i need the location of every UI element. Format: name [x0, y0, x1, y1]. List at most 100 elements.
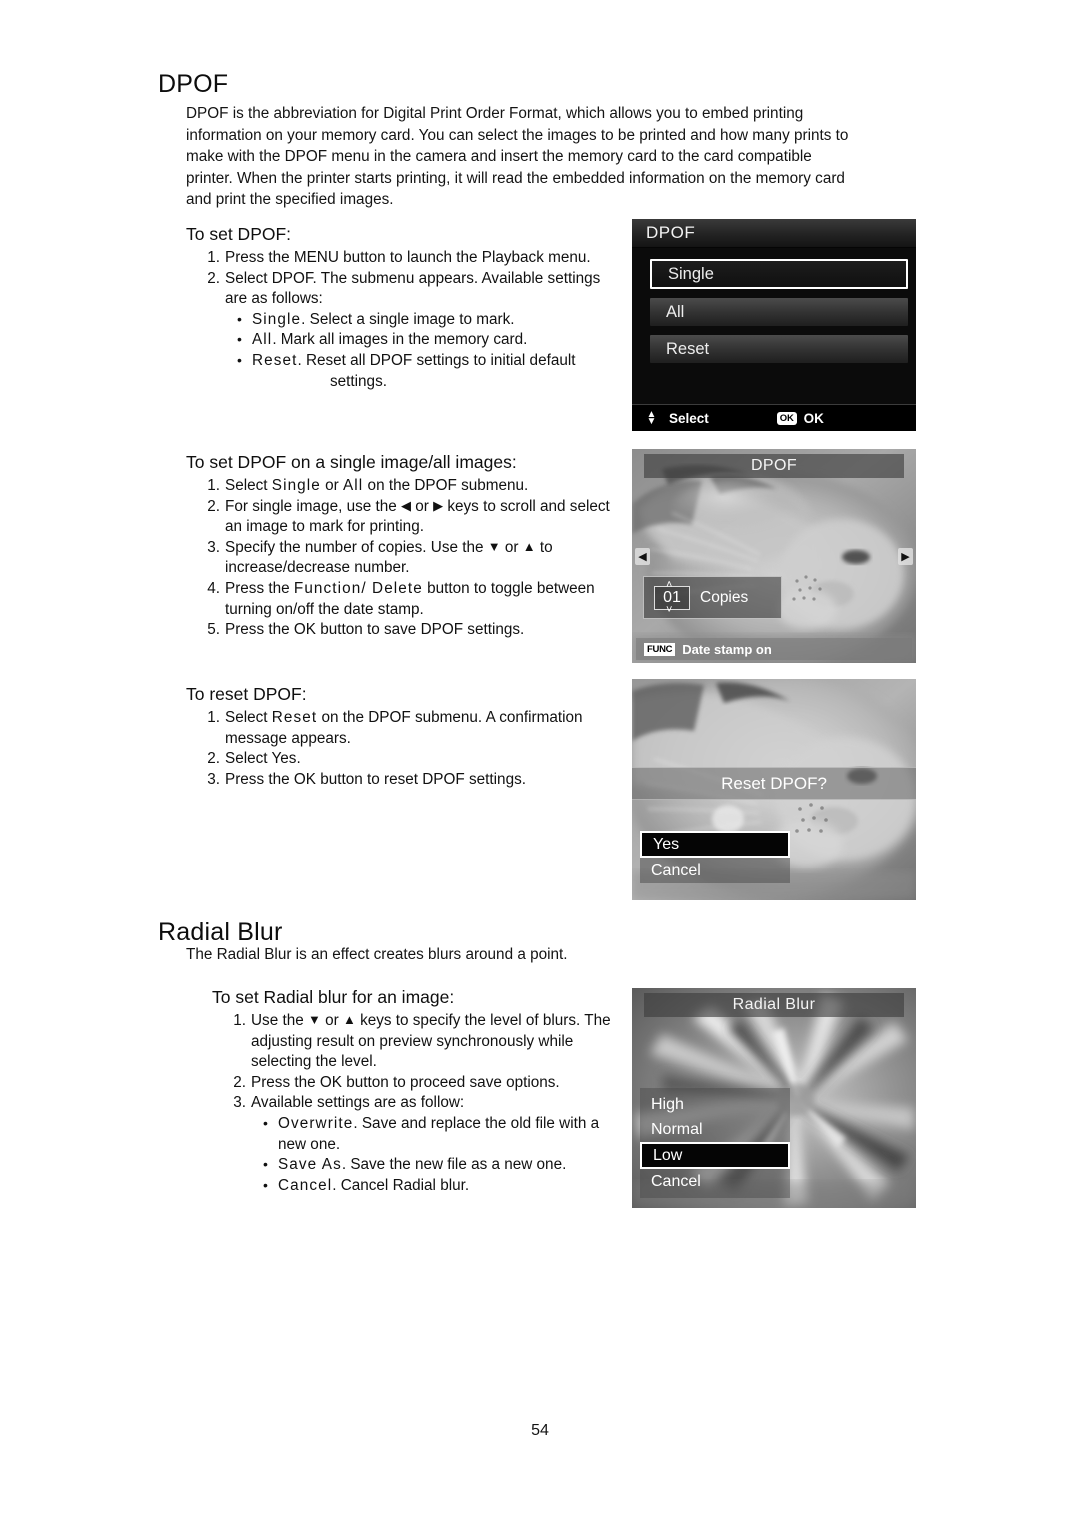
step-number: 2.: [207, 269, 220, 287]
copies-label: Copies: [700, 588, 749, 606]
step-text-b: or: [500, 538, 523, 556]
level-label: Low: [653, 1146, 683, 1164]
step-text-a: For single image, use the: [225, 497, 402, 515]
term-desc-cont: settings.: [330, 372, 387, 390]
ok-button-icon: OK: [776, 411, 797, 425]
prev-image-arrow-icon[interactable]: ◀: [635, 548, 650, 565]
term-reset: Reset: [271, 709, 318, 726]
down-arrow-icon: ▼: [307, 1012, 321, 1027]
list-item: Cancel. Cancel Radial blur.: [260, 1175, 624, 1197]
step-text: Select Yes.: [225, 750, 301, 768]
choice-label: Yes: [653, 835, 680, 853]
list-item: Reset. Reset all DPOF settings to initia…: [234, 350, 618, 392]
left-arrow-icon: ◀: [401, 497, 412, 513]
term-reset: Reset: [252, 351, 298, 369]
page-number: 54: [531, 1422, 549, 1439]
overlay-title-dpof: DPOF: [644, 454, 904, 478]
lcd-screen: DPOF Single All Reset ▲ ▼ Select OK OK: [632, 219, 916, 431]
date-stamp-label: Date stamp on: [682, 641, 772, 657]
screenshot-radial-blur: Radial Blur High Normal Low Cancel: [632, 988, 916, 1208]
dpof-intro-paragraph: DPOF is the abbreviation for Digital Pri…: [186, 105, 849, 208]
term-function-delete: Function/ Delete: [293, 579, 423, 597]
down-arrow-icon: ▼: [487, 538, 501, 554]
level-cancel[interactable]: Cancel: [640, 1169, 790, 1194]
term-desc: . Cancel Radial blur.: [332, 1176, 470, 1194]
func-button-icon: FUNC: [644, 642, 676, 656]
step-item: 1. Select Reset on the DPOF submenu. A c…: [198, 708, 618, 749]
step-item: 2. Press the OK button to proceed save o…: [224, 1073, 624, 1094]
step-number: 2.: [207, 750, 220, 768]
heading-to-set-dpof-single-all: To set DPOF on a single image/all images…: [186, 452, 517, 472]
dpof-settings-bullets: Single. Select a single image to mark. A…: [198, 309, 618, 392]
list-item: Save As. Save the new file as a new one.: [260, 1154, 624, 1176]
step-number: 1.: [207, 477, 220, 494]
chevron-down-icon[interactable]: ˅: [666, 605, 672, 616]
step-text: Press the OK button to save DPOF setting…: [225, 621, 525, 639]
confirm-message: Reset DPOF?: [632, 767, 916, 800]
step-text: Select DPOF. The submenu appears. Availa…: [225, 269, 601, 308]
heading-to-set-dpof: To set DPOF:: [186, 224, 292, 244]
term-overwrite: Overwrite: [278, 1114, 354, 1132]
dpof-menu-list: Single All Reset: [650, 259, 908, 372]
step-text: Press the OK button to proceed save opti…: [251, 1073, 560, 1091]
page-title-radial-blur: Radial Blur: [158, 918, 283, 946]
step-item: 1. Press the MENU button to launch the P…: [198, 248, 618, 269]
step-text-a: Use the: [251, 1012, 308, 1029]
right-arrow-icon: ▶: [433, 497, 444, 513]
step-text-b: or: [320, 1012, 343, 1029]
steps-to-set-dpof: 1. Press the MENU button to launch the P…: [198, 248, 618, 392]
manual-page: DPOF DPOF is the abbreviation for Digita…: [0, 0, 1080, 1527]
step-item: 3. Specify the number of copies. Use the…: [198, 538, 626, 579]
menu-item-single[interactable]: Single: [650, 259, 908, 289]
camera-preview-photo-cat: [632, 449, 916, 663]
step-text: Press the MENU button to launch the Play…: [225, 249, 591, 266]
next-image-arrow-icon[interactable]: ▶: [898, 548, 913, 565]
lcd-title: DPOF: [632, 219, 916, 248]
step-number: 1.: [233, 1012, 246, 1029]
list-item: All. Mark all images in the memory card.: [234, 329, 618, 351]
up-arrow-icon: ▲: [522, 538, 536, 554]
step-number: 5.: [207, 621, 220, 639]
steps-to-set-dpof-single-all: 1. Select Single or All on the DPOF subm…: [198, 476, 626, 641]
step-item: 2. Select DPOF. The submenu appears. Ava…: [198, 269, 618, 310]
step-number: 2.: [207, 497, 220, 515]
step-text-a: Select: [225, 477, 272, 494]
menu-item-all[interactable]: All: [650, 298, 908, 326]
step-item: 3. Press the OK button to reset DPOF set…: [198, 770, 618, 791]
menu-item-label: All: [666, 302, 685, 321]
step-number: 4.: [207, 579, 220, 597]
step-number: 1.: [207, 709, 220, 726]
level-label: Normal: [651, 1120, 703, 1138]
step-item: 3. Available settings are as follow:: [224, 1093, 624, 1114]
copies-stepper[interactable]: ˄ 01 Copies ˅: [643, 576, 782, 619]
level-normal[interactable]: Normal: [640, 1117, 790, 1142]
list-item: Single. Select a single image to mark.: [234, 309, 618, 331]
step-item: 4. Press the Function/ Delete button to …: [198, 579, 626, 620]
confirm-yes-button[interactable]: Yes: [640, 831, 790, 858]
heading-to-reset-dpof: To reset DPOF:: [186, 684, 307, 704]
menu-item-label: Single: [668, 264, 714, 283]
term-desc: . Reset all DPOF settings to initial def…: [297, 351, 576, 369]
level-low[interactable]: Low: [640, 1142, 790, 1169]
page-title-dpof: DPOF: [158, 70, 229, 98]
radial-blur-level-list: High Normal Low Cancel: [640, 1088, 790, 1198]
term-desc: . Mark all images in the memory card.: [272, 331, 528, 349]
heading-to-set-radial-blur: To set Radial blur for an image:: [212, 987, 455, 1007]
term-desc: . Select a single image to mark.: [301, 310, 515, 328]
step-item: 1. Select Single or All on the DPOF subm…: [198, 476, 626, 497]
chevron-up-icon[interactable]: ˄: [666, 580, 672, 591]
term-all: All: [252, 331, 273, 349]
menu-item-label: Reset: [666, 339, 710, 358]
level-high[interactable]: High: [640, 1092, 790, 1117]
confirm-cancel-button[interactable]: Cancel: [640, 858, 790, 883]
menu-item-reset[interactable]: Reset: [650, 335, 908, 363]
step-text-b: or: [320, 477, 343, 494]
status-ok-label: OK: [803, 410, 824, 426]
step-number: 1.: [207, 249, 220, 266]
steps-to-reset-dpof: 1. Select Reset on the DPOF submenu. A c…: [198, 708, 618, 790]
step-text-b: or: [411, 497, 434, 515]
overlay-title-radial-blur: Radial Blur: [644, 993, 904, 1017]
date-stamp-bar: FUNC Date stamp on: [636, 638, 912, 660]
screenshot-dpof-menu: DPOF Single All Reset ▲ ▼ Select OK OK: [632, 219, 916, 431]
step-item: 2. For single image, use the ◀ or ▶ keys…: [198, 497, 626, 538]
